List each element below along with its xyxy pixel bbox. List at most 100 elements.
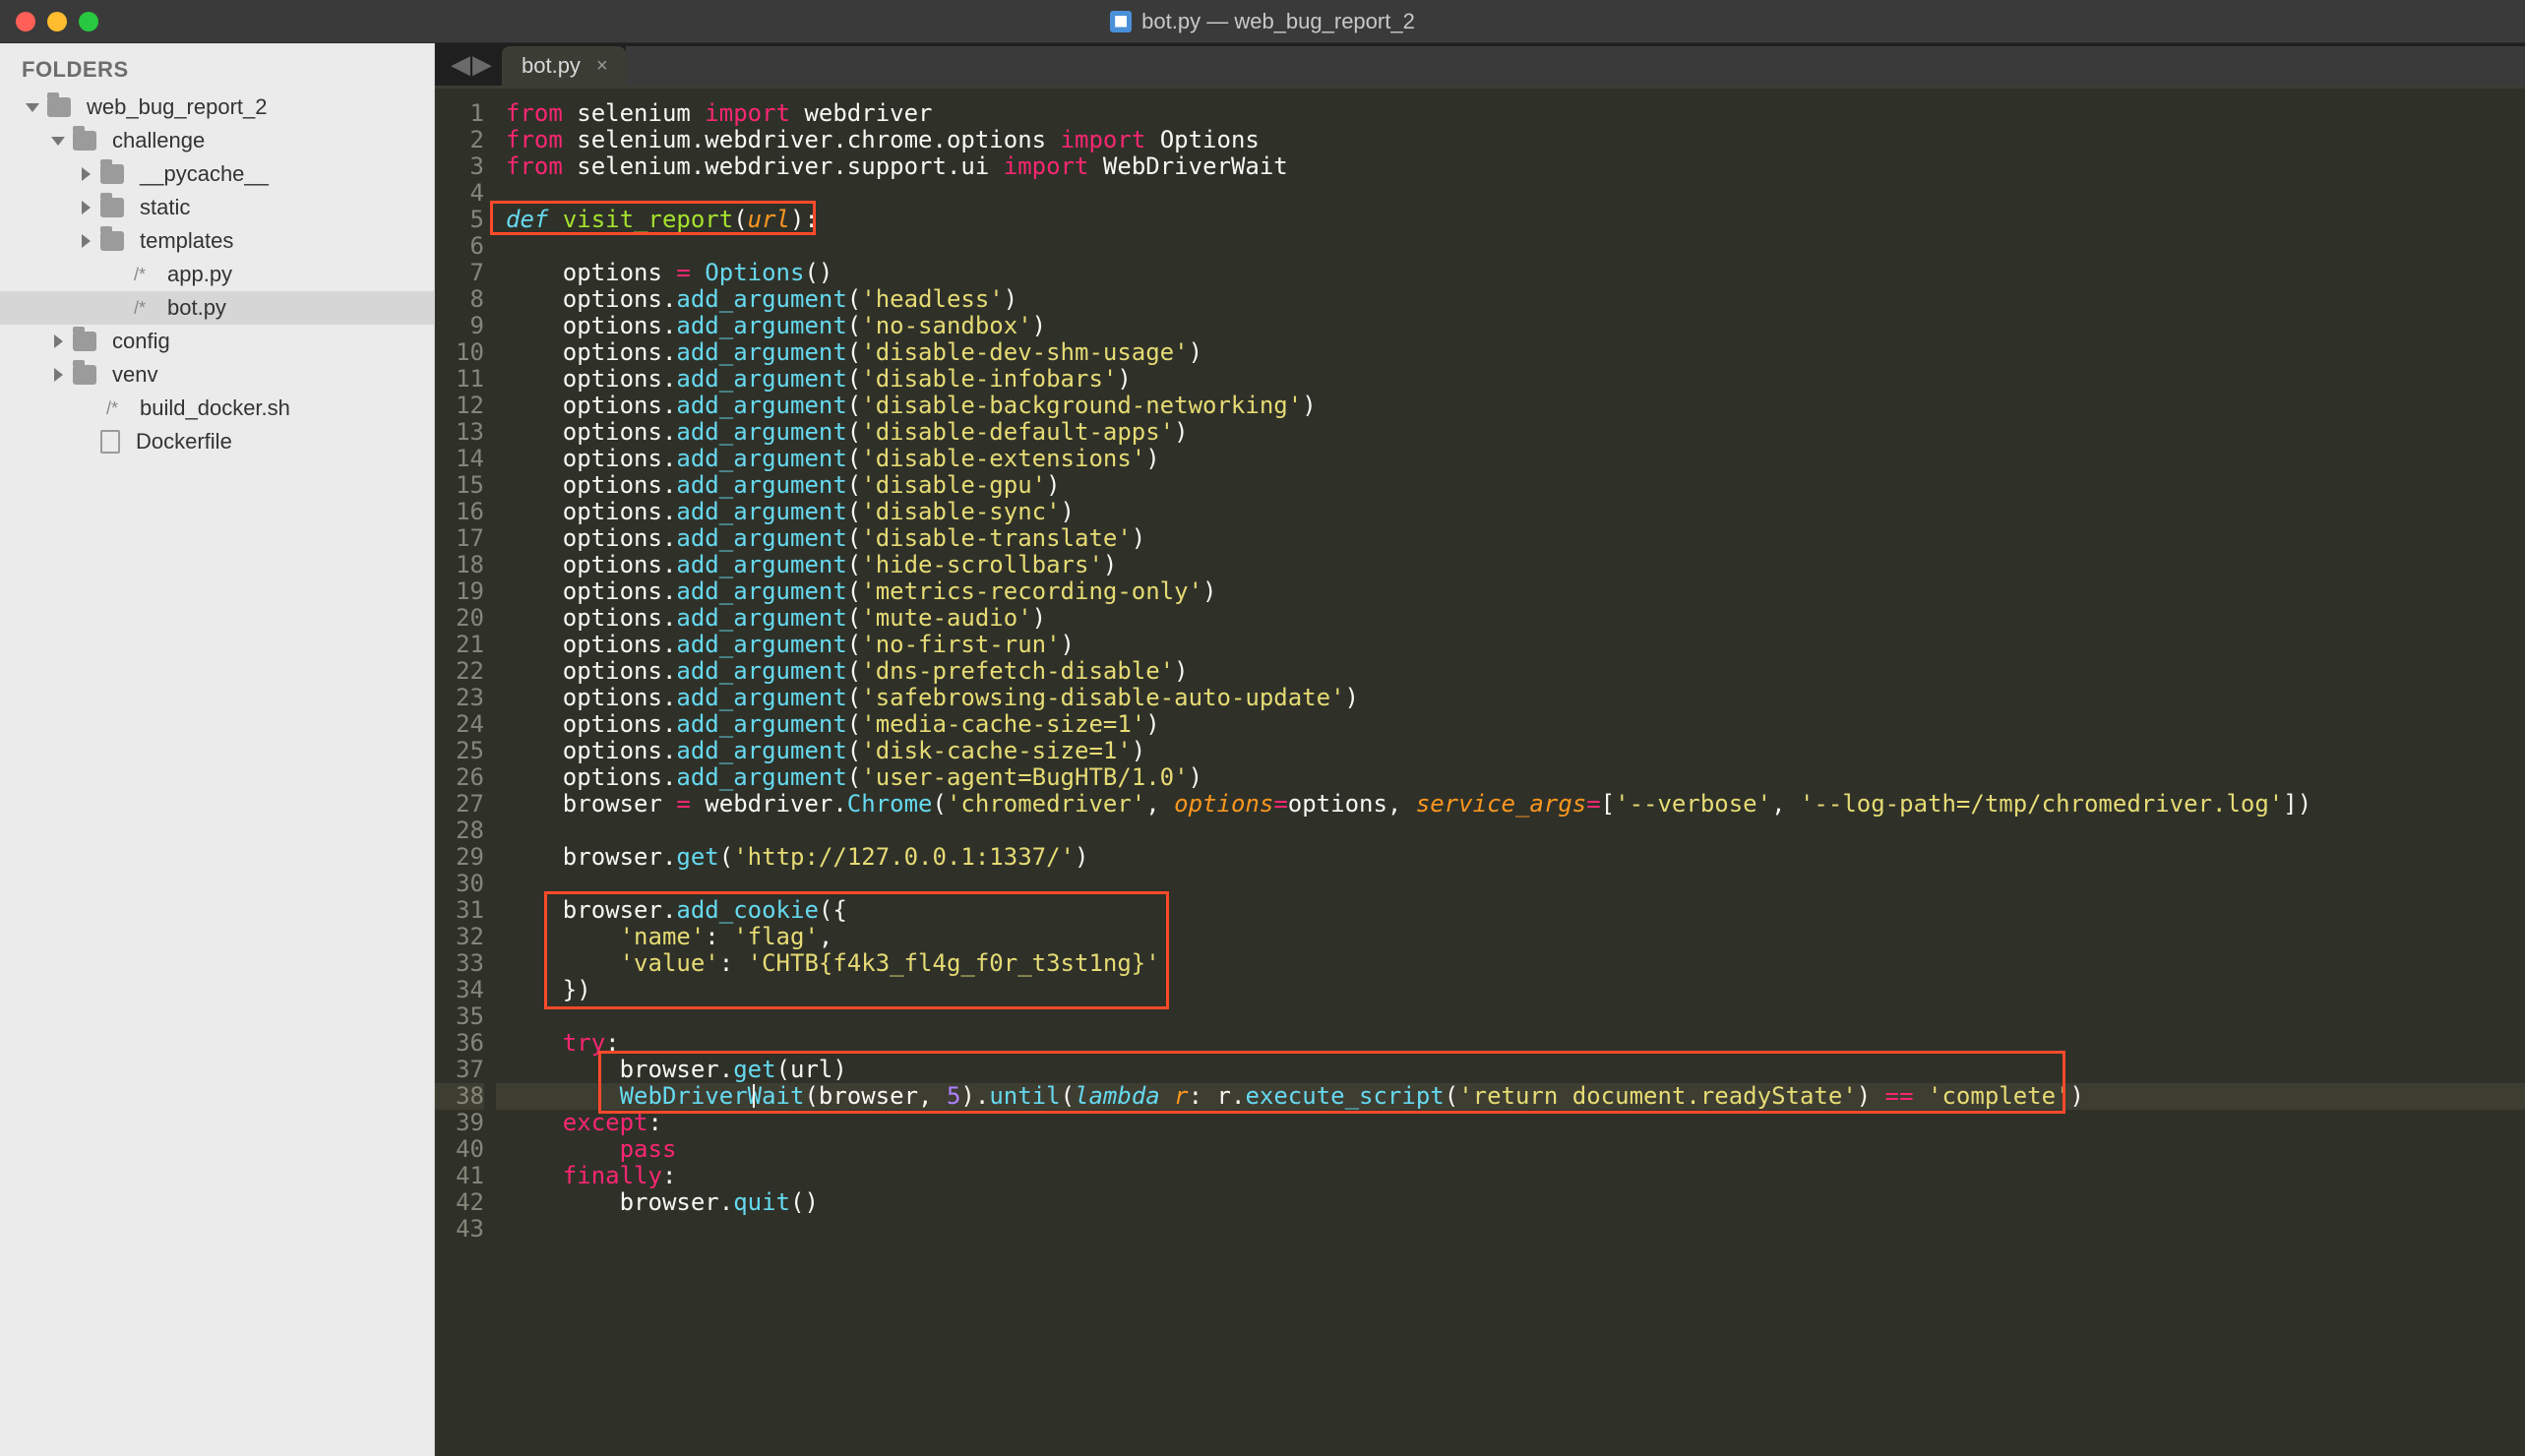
zoom-window-button[interactable] bbox=[79, 12, 98, 31]
tree-item--pycache-[interactable]: __pycache__ bbox=[0, 157, 434, 191]
line-number-gutter: 1234567891011121314151617181920212223242… bbox=[435, 89, 496, 1456]
folder-icon bbox=[73, 131, 96, 151]
code-line-36[interactable]: try: bbox=[506, 1030, 2525, 1057]
code-line-27[interactable]: browser = webdriver.Chrome('chromedriver… bbox=[506, 791, 2525, 818]
code-line-25[interactable]: options.add_argument('disk-cache-size=1'… bbox=[506, 738, 2525, 764]
code-line-16[interactable]: options.add_argument('disable-sync') bbox=[506, 499, 2525, 525]
code-line-43[interactable] bbox=[506, 1216, 2525, 1243]
folder-icon bbox=[47, 97, 71, 117]
code-line-20[interactable]: options.add_argument('mute-audio') bbox=[506, 605, 2525, 632]
code-line-40[interactable]: pass bbox=[506, 1136, 2525, 1163]
nav-forward-icon[interactable]: ▶ bbox=[472, 49, 492, 80]
code-line-12[interactable]: options.add_argument('disable-background… bbox=[506, 393, 2525, 419]
line-number: 21 bbox=[435, 632, 484, 658]
line-number: 4 bbox=[435, 180, 484, 207]
code-line-3[interactable]: from selenium.webdriver.support.ui impor… bbox=[506, 153, 2525, 180]
line-number: 12 bbox=[435, 393, 484, 419]
folder-icon bbox=[100, 164, 124, 184]
code-line-17[interactable]: options.add_argument('disable-translate'… bbox=[506, 525, 2525, 552]
line-number: 8 bbox=[435, 286, 484, 313]
tree-item-config[interactable]: config bbox=[0, 325, 434, 358]
tree-item-static[interactable]: static bbox=[0, 191, 434, 224]
tree-item-dockerfile[interactable]: Dockerfile bbox=[0, 425, 434, 458]
code-line-42[interactable]: browser.quit() bbox=[506, 1189, 2525, 1216]
code-line-1[interactable]: from selenium import webdriver bbox=[506, 100, 2525, 127]
tree-item-venv[interactable]: venv bbox=[0, 358, 434, 392]
code-line-22[interactable]: options.add_argument('dns-prefetch-disab… bbox=[506, 658, 2525, 685]
code-line-14[interactable]: options.add_argument('disable-extensions… bbox=[506, 446, 2525, 472]
code-line-4[interactable] bbox=[506, 180, 2525, 207]
line-number: 24 bbox=[435, 711, 484, 738]
code-line-41[interactable]: finally: bbox=[506, 1163, 2525, 1189]
line-number: 36 bbox=[435, 1030, 484, 1057]
tree-item-web-bug-report-2[interactable]: web_bug_report_2 bbox=[0, 91, 434, 124]
tab-bar: ◀ ▶ bot.py × bbox=[435, 43, 2525, 89]
code-line-15[interactable]: options.add_argument('disable-gpu') bbox=[506, 472, 2525, 499]
chevron-right-icon[interactable] bbox=[51, 368, 65, 382]
code-line-2[interactable]: from selenium.webdriver.chrome.options i… bbox=[506, 127, 2525, 153]
code-line-19[interactable]: options.add_argument('metrics-recording-… bbox=[506, 578, 2525, 605]
code-content[interactable]: from selenium import webdriverfrom selen… bbox=[496, 89, 2525, 1456]
tree-item-app-py[interactable]: /*app.py bbox=[0, 258, 434, 291]
line-number: 38 bbox=[435, 1083, 484, 1110]
tab-bot-py[interactable]: bot.py × bbox=[502, 46, 626, 86]
chevron-right-icon[interactable] bbox=[79, 167, 92, 181]
chevron-right-icon[interactable] bbox=[79, 201, 92, 214]
code-line-5[interactable]: def visit_report(url): bbox=[506, 207, 2525, 233]
tree-item-bot-py[interactable]: /*bot.py bbox=[0, 291, 434, 325]
close-window-button[interactable] bbox=[16, 12, 35, 31]
line-number: 20 bbox=[435, 605, 484, 632]
code-line-37[interactable]: browser.get(url) bbox=[506, 1057, 2525, 1083]
chevron-right-icon[interactable] bbox=[79, 234, 92, 248]
code-line-39[interactable]: except: bbox=[506, 1110, 2525, 1136]
close-tab-icon[interactable]: × bbox=[596, 55, 608, 78]
tree-item-label: static bbox=[140, 195, 190, 220]
line-number: 35 bbox=[435, 1003, 484, 1030]
window-title-text: bot.py — web_bug_report_2 bbox=[1141, 9, 1415, 34]
code-line-13[interactable]: options.add_argument('disable-default-ap… bbox=[506, 419, 2525, 446]
code-area[interactable]: 1234567891011121314151617181920212223242… bbox=[435, 89, 2525, 1456]
code-line-28[interactable] bbox=[506, 818, 2525, 844]
chevron-down-icon[interactable] bbox=[51, 134, 65, 148]
line-number: 5 bbox=[435, 207, 484, 233]
tab-label: bot.py bbox=[522, 53, 581, 79]
tree-item-challenge[interactable]: challenge bbox=[0, 124, 434, 157]
tree-item-templates[interactable]: templates bbox=[0, 224, 434, 258]
code-line-38[interactable]: WebDriverWait(browser, 5).until(lambda r… bbox=[506, 1083, 2525, 1110]
line-number: 37 bbox=[435, 1057, 484, 1083]
code-line-34[interactable]: }) bbox=[506, 977, 2525, 1003]
line-number: 33 bbox=[435, 950, 484, 977]
line-number: 1 bbox=[435, 100, 484, 127]
tree-item-build-docker-sh[interactable]: /*build_docker.sh bbox=[0, 392, 434, 425]
code-line-23[interactable]: options.add_argument('safebrowsing-disab… bbox=[506, 685, 2525, 711]
line-number: 19 bbox=[435, 578, 484, 605]
tree-item-label: web_bug_report_2 bbox=[87, 94, 267, 120]
code-line-32[interactable]: 'name': 'flag', bbox=[506, 924, 2525, 950]
chevron-down-icon[interactable] bbox=[26, 100, 39, 114]
minimize-window-button[interactable] bbox=[47, 12, 67, 31]
code-line-10[interactable]: options.add_argument('disable-dev-shm-us… bbox=[506, 339, 2525, 366]
line-number: 11 bbox=[435, 366, 484, 393]
code-line-31[interactable]: browser.add_cookie({ bbox=[506, 897, 2525, 924]
code-line-29[interactable]: browser.get('http://127.0.0.1:1337/') bbox=[506, 844, 2525, 871]
code-line-7[interactable]: options = Options() bbox=[506, 260, 2525, 286]
code-line-18[interactable]: options.add_argument('hide-scrollbars') bbox=[506, 552, 2525, 578]
line-number: 18 bbox=[435, 552, 484, 578]
code-line-30[interactable] bbox=[506, 871, 2525, 897]
line-number: 9 bbox=[435, 313, 484, 339]
code-line-26[interactable]: options.add_argument('user-agent=BugHTB/… bbox=[506, 764, 2525, 791]
tree-item-label: challenge bbox=[112, 128, 205, 153]
code-line-24[interactable]: options.add_argument('media-cache-size=1… bbox=[506, 711, 2525, 738]
tree-item-label: app.py bbox=[167, 262, 232, 287]
nav-back-icon[interactable]: ◀ bbox=[451, 49, 470, 80]
line-number: 39 bbox=[435, 1110, 484, 1136]
code-line-21[interactable]: options.add_argument('no-first-run') bbox=[506, 632, 2525, 658]
code-line-6[interactable] bbox=[506, 233, 2525, 260]
code-line-35[interactable] bbox=[506, 1003, 2525, 1030]
code-line-9[interactable]: options.add_argument('no-sandbox') bbox=[506, 313, 2525, 339]
tab-nav-arrows: ◀ ▶ bbox=[443, 49, 502, 86]
code-line-33[interactable]: 'value': 'CHTB{f4k3_fl4g_f0r_t3st1ng}' bbox=[506, 950, 2525, 977]
code-line-11[interactable]: options.add_argument('disable-infobars') bbox=[506, 366, 2525, 393]
code-line-8[interactable]: options.add_argument('headless') bbox=[506, 286, 2525, 313]
chevron-right-icon[interactable] bbox=[51, 334, 65, 348]
